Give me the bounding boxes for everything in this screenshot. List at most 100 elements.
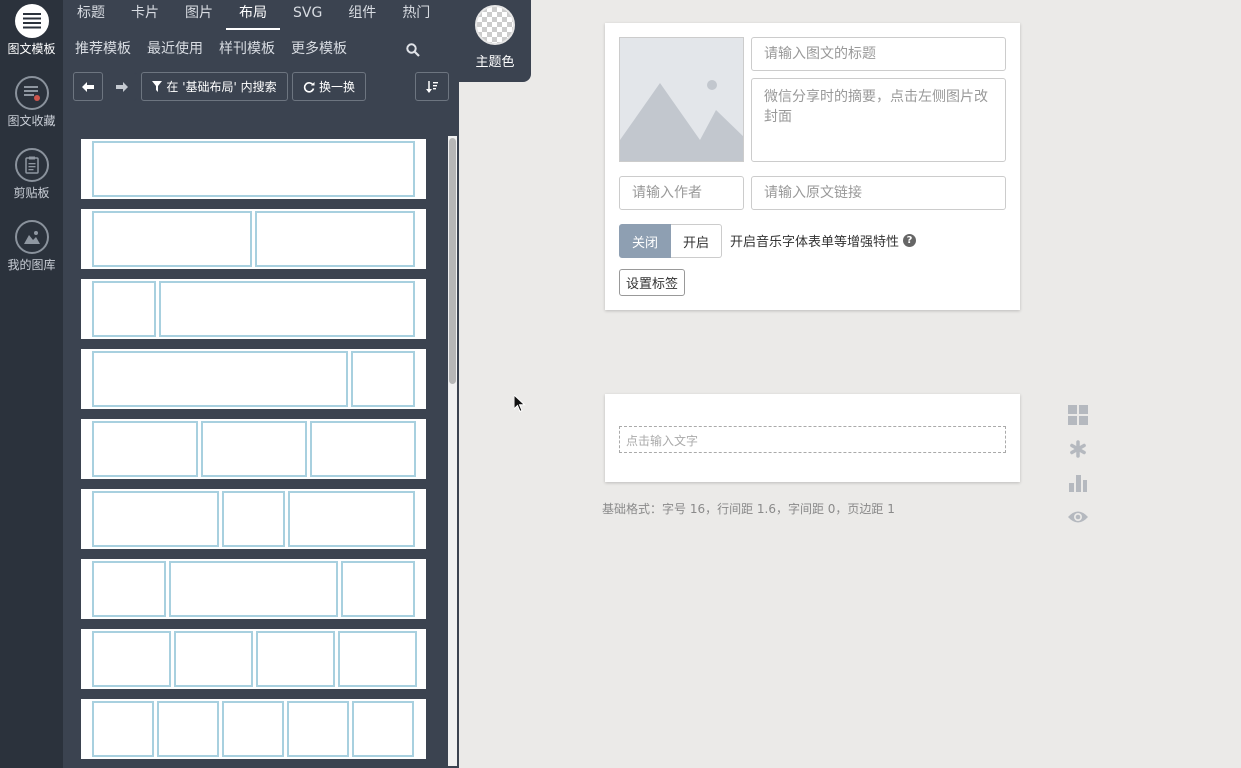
layout-column (169, 561, 338, 617)
layout-column (341, 561, 415, 617)
enhance-label: 开启音乐字体表单等增强特性 (730, 235, 900, 250)
layout-column (92, 491, 219, 547)
rail-item-clipboard[interactable]: 剪贴板 (0, 148, 63, 201)
layout-template-4[interactable] (81, 349, 426, 409)
rail-label: 我的图库 (7, 258, 56, 272)
tab-popular[interactable]: 热门 (389, 0, 443, 30)
layout-template-2[interactable] (81, 209, 426, 269)
subtab-sample[interactable]: 样刊模板 (211, 36, 283, 64)
layout-template-6[interactable] (81, 489, 426, 549)
favorites-icon (14, 76, 49, 110)
sort-icon (426, 80, 438, 93)
layout-column (288, 491, 415, 547)
source-link-input[interactable] (751, 176, 1006, 210)
rail-item-templates[interactable]: 图文模板 (0, 4, 63, 57)
sort-button[interactable] (415, 72, 449, 101)
layout-column (174, 631, 253, 687)
mouse-cursor-icon (514, 395, 526, 413)
layout-column (157, 701, 219, 757)
bar-chart-icon[interactable] (1067, 472, 1089, 494)
layout-column (92, 561, 166, 617)
rail-label: 图文收藏 (7, 114, 56, 128)
layout-template-9[interactable] (81, 699, 426, 759)
layout-column (92, 211, 252, 267)
template-toolbar: 在 '基础布局' 内搜索 换一换 (63, 72, 459, 102)
theme-color-button[interactable]: 主题色 (459, 0, 531, 82)
theme-color-label: 主题色 (475, 55, 515, 70)
layout-template-1[interactable] (81, 139, 426, 199)
text-block-card: 点击输入文字 (605, 394, 1020, 482)
rail-item-favorites[interactable]: 图文收藏 (0, 76, 63, 129)
text-input-area[interactable]: 点击输入文字 (619, 426, 1006, 453)
scoped-search-label: 在 '基础布局' 内搜索 (166, 80, 277, 94)
refresh-icon (303, 81, 315, 93)
subtab-more[interactable]: 更多模板 (283, 36, 355, 64)
clipboard-icon (14, 148, 49, 182)
layout-column (310, 421, 416, 477)
left-rail: 图文模板 图文收藏 剪贴板 我的图库 (0, 0, 63, 768)
tab-image[interactable]: 图片 (172, 0, 226, 30)
layout-template-5[interactable] (81, 419, 426, 479)
rail-label: 剪贴板 (13, 186, 50, 200)
layout-column (351, 351, 415, 407)
article-summary-input[interactable] (751, 78, 1006, 162)
tab-components[interactable]: 组件 (335, 0, 389, 30)
image-placeholder-icon (620, 38, 743, 161)
layout-column (256, 631, 335, 687)
enhance-off-button[interactable]: 关闭 (619, 224, 672, 258)
layout-column (255, 211, 415, 267)
layout-column (92, 421, 198, 477)
layout-column (92, 281, 156, 337)
layout-column (92, 631, 171, 687)
grid-icon[interactable] (1067, 404, 1089, 426)
asterisk-icon[interactable] (1067, 438, 1089, 460)
gallery-icon (14, 220, 49, 254)
cover-image-picker[interactable] (619, 37, 744, 162)
layout-column (352, 701, 414, 757)
tab-svg[interactable]: SVG (280, 0, 335, 30)
layout-column (222, 701, 284, 757)
forward-button[interactable] (107, 72, 137, 101)
tab-card[interactable]: 卡片 (118, 0, 172, 30)
side-toolbar (1067, 404, 1089, 540)
subtab-recent[interactable]: 最近使用 (139, 36, 211, 64)
scoped-search-button[interactable]: 在 '基础布局' 内搜索 (141, 72, 288, 101)
author-input[interactable] (619, 176, 744, 210)
layout-column (287, 701, 349, 757)
layout-column (92, 701, 154, 757)
template-subtabs: 推荐模板 最近使用 样刊模板 更多模板 (63, 36, 459, 64)
tab-title[interactable]: 标题 (63, 0, 118, 30)
layout-column (338, 631, 417, 687)
shuffle-label: 换一换 (318, 80, 355, 94)
layout-template-8[interactable] (81, 629, 426, 689)
layout-template-3[interactable] (81, 279, 426, 339)
panel-scrollbar-thumb[interactable] (449, 138, 456, 384)
rail-label: 图文模板 (7, 42, 56, 56)
article-title-input[interactable] (751, 37, 1006, 71)
layout-column (222, 491, 285, 547)
back-button[interactable] (73, 72, 103, 101)
arrow-left-icon (82, 81, 94, 92)
format-status: 基础格式：字号 16，行间距 1.6，字间距 0，页边距 1 (602, 502, 895, 516)
subtab-recommended[interactable]: 推荐模板 (63, 36, 139, 64)
enhance-toggle: 关闭 开启 (619, 224, 723, 258)
rail-item-gallery[interactable]: 我的图库 (0, 220, 63, 273)
layout-column (159, 281, 415, 337)
filter-icon (152, 81, 163, 92)
help-icon[interactable]: ? (903, 234, 917, 247)
enhance-on-button[interactable]: 开启 (671, 224, 723, 258)
layout-template-list (81, 139, 426, 768)
tab-layout[interactable]: 布局 (226, 0, 280, 30)
category-tabs: 标题 卡片 图片 布局 SVG 组件 热门 (63, 0, 459, 33)
layout-template-7[interactable] (81, 559, 426, 619)
shuffle-button[interactable]: 换一换 (292, 72, 366, 101)
transparent-swatch-icon (475, 5, 515, 45)
set-tags-button[interactable]: 设置标签 (619, 269, 686, 296)
search-icon[interactable] (403, 36, 423, 64)
list-icon (14, 4, 49, 38)
eye-icon[interactable] (1067, 506, 1089, 528)
article-meta-card: 关闭 开启 开启音乐字体表单等增强特性 ? 设置标签 (605, 23, 1020, 310)
arrow-right-icon (116, 81, 128, 92)
layout-column (92, 141, 415, 197)
layout-column (92, 351, 348, 407)
